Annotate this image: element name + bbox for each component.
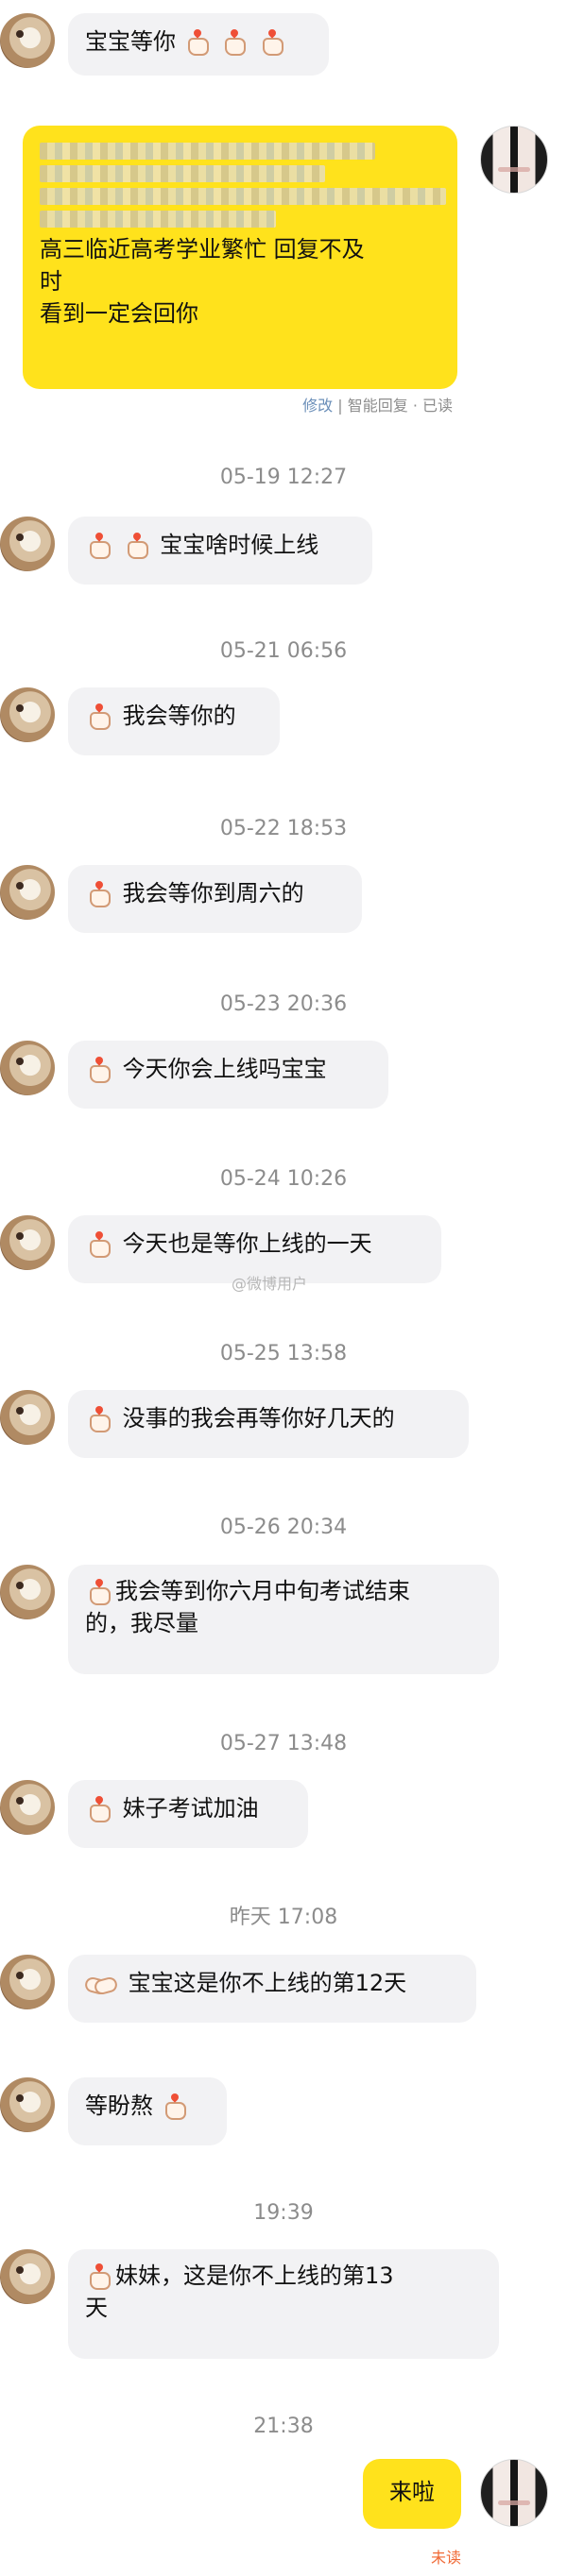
chat-bubble[interactable]: 没事的我会再等你好几天的: [68, 1390, 469, 1458]
message-text: 的，我尽量: [85, 1610, 198, 1636]
avatar[interactable]: [0, 517, 55, 571]
avatar[interactable]: [0, 13, 55, 68]
chat-bubble[interactable]: 宝宝这是你不上线的第12天: [68, 1955, 476, 2023]
message-text: 看到一定会回你: [40, 300, 198, 327]
pointing-hand-icon: [85, 1578, 112, 1605]
timestamp: 05-24 10:26: [219, 1167, 348, 1191]
message-text: 今天也是等你上线的一天: [122, 1230, 372, 1257]
avatar[interactable]: [0, 2077, 55, 2132]
message-text: 等盼熬: [85, 2093, 153, 2119]
message-text: 来啦: [389, 2479, 435, 2505]
pointing-hand-icon: [85, 1795, 112, 1822]
timestamp: 05-25 13:58: [219, 1342, 348, 1365]
pointing-hand-icon: [85, 1056, 112, 1083]
pointing-hand-icon: [123, 532, 149, 559]
message-text: 高三临近高考学业繁忙 回复不及: [40, 236, 365, 263]
message-text: 妹子考试加油: [122, 1795, 259, 1822]
avatar[interactable]: [0, 687, 55, 742]
message-text: 我会等你到周六的: [122, 880, 304, 907]
timestamp: 05-19 12:27: [219, 466, 348, 489]
pointing-hand-icon: [220, 28, 247, 56]
timestamp: 05-23 20:36: [219, 992, 348, 1016]
pointing-hand-icon: [85, 703, 112, 730]
message-meta: 修改 | 智能回复 · 已读: [302, 397, 453, 415]
chat-bubble[interactable]: 妹妹，这是你不上线的第13 天: [68, 2249, 499, 2359]
avatar[interactable]: [0, 1041, 55, 1095]
timestamp: 05-22 18:53: [219, 817, 348, 840]
pointing-hand-icon: [183, 28, 210, 56]
message-text: 我会等你的: [122, 703, 236, 729]
chat-bubble[interactable]: 今天你会上线吗宝宝: [68, 1041, 388, 1109]
message-text: 没事的我会再等你好几天的: [122, 1405, 395, 1432]
avatar[interactable]: [0, 1780, 55, 1835]
redacted-text: [40, 211, 276, 228]
redacted-text: [40, 143, 375, 160]
timestamp: 21:38: [253, 2415, 314, 2438]
chat-bubble[interactable]: 宝宝啥时候上线: [68, 517, 372, 585]
chat-bubble[interactable]: 我会等你的: [68, 687, 280, 755]
message-text: 今天你会上线吗宝宝: [122, 1056, 327, 1082]
avatar[interactable]: [0, 1955, 55, 2009]
message-text: 宝宝等你: [85, 28, 176, 55]
chat-bubble[interactable]: 妹子考试加油: [68, 1780, 308, 1848]
timestamp: 19:39: [253, 2201, 314, 2225]
redacted-text: [40, 165, 325, 182]
avatar[interactable]: [0, 2249, 55, 2304]
redacted-text: [40, 188, 446, 205]
avatar[interactable]: [0, 1565, 55, 1619]
watermark: @微博用户: [232, 1275, 308, 1293]
pointing-hand-icon: [85, 532, 112, 559]
handshake-icon: [85, 1973, 117, 1995]
chat-bubble[interactable]: 我会等到你六月中旬考试结束 的，我尽量: [68, 1565, 499, 1674]
pointing-hand-icon: [161, 2093, 187, 2120]
timestamp: 05-21 06:56: [219, 639, 348, 663]
message-text: 我会等到你六月中旬考试结束: [115, 1578, 410, 1604]
chat-bubble[interactable]: 宝宝等你: [68, 13, 329, 76]
message-text: 宝宝啥时候上线: [160, 532, 319, 558]
avatar[interactable]: [480, 126, 548, 194]
message-text: 宝宝这是你不上线的第12天: [128, 1970, 407, 1996]
edit-link[interactable]: 修改: [302, 397, 333, 415]
pointing-hand-icon: [85, 1405, 112, 1432]
avatar[interactable]: [480, 2459, 548, 2527]
avatar[interactable]: [0, 865, 55, 920]
message-text: 天: [85, 2295, 108, 2321]
pointing-hand-icon: [85, 1230, 112, 1258]
message-text: 妹妹，这是你不上线的第13: [115, 2262, 394, 2289]
chat-bubble[interactable]: 来啦: [363, 2459, 461, 2529]
chat-bubble[interactable]: 我会等你到周六的: [68, 865, 362, 933]
timestamp: 05-27 13:48: [219, 1732, 348, 1755]
pointing-hand-icon: [85, 2262, 112, 2290]
chat-bubble[interactable]: 高三临近高考学业繁忙 回复不及 时 看到一定会回你: [23, 126, 457, 389]
pointing-hand-icon: [85, 880, 112, 907]
timestamp: 昨天 17:08: [229, 1906, 338, 1929]
unread-status: 未读: [430, 2549, 461, 2567]
pointing-hand-icon: [258, 28, 284, 56]
message-text: 时: [40, 268, 62, 295]
avatar[interactable]: [0, 1390, 55, 1445]
chat-bubble[interactable]: 今天也是等你上线的一天: [68, 1215, 441, 1283]
chat-bubble[interactable]: 等盼熬: [68, 2077, 227, 2145]
avatar[interactable]: [0, 1215, 55, 1270]
timestamp: 05-26 20:34: [219, 1516, 348, 1539]
